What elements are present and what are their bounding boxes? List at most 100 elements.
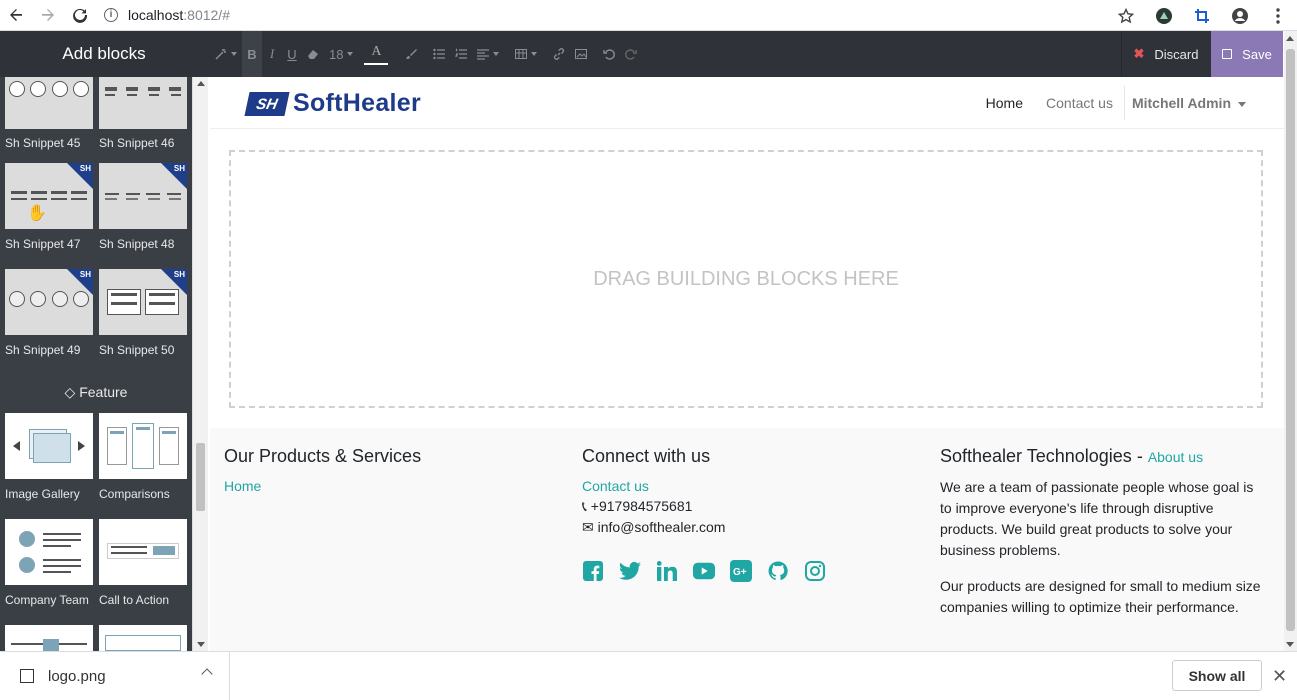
snippet-label: Sh Snippet 45 xyxy=(5,136,81,150)
address-bar[interactable]: i localhost:8012/# xyxy=(104,7,230,23)
reload-icon[interactable] xyxy=(64,0,96,31)
font-size-dropdown[interactable]: 18 xyxy=(324,31,358,77)
url-host: localhost xyxy=(128,7,184,23)
eraser-icon[interactable] xyxy=(302,31,324,77)
svg-text:G+: G+ xyxy=(733,567,747,578)
bullet-list-icon[interactable] xyxy=(428,31,450,77)
url-path: :8012/# xyxy=(183,7,230,23)
menu-kebab-icon[interactable] xyxy=(1259,7,1297,24)
footer-products: Our Products & Services Home xyxy=(224,446,421,494)
snippet-company-team[interactable]: Company Team xyxy=(5,519,93,607)
style-dropdown[interactable] xyxy=(210,31,242,77)
snippet-partial[interactable] xyxy=(99,625,187,651)
chevron-down-icon xyxy=(1238,101,1246,107)
browser-actions xyxy=(1107,0,1297,31)
redo-icon[interactable] xyxy=(620,31,642,77)
extension-icon[interactable] xyxy=(1145,7,1183,25)
snippet-sh-50[interactable]: SH Sh Snippet 50 xyxy=(99,269,187,357)
sh-badge-text: SH xyxy=(173,270,185,279)
sidebar-scrollbar[interactable] xyxy=(192,77,208,651)
formatting-tools: B I U 18 A xyxy=(210,31,642,77)
drop-zone[interactable]: DRAG BUILDING BLOCKS HERE xyxy=(229,150,1263,408)
twitter-icon[interactable] xyxy=(619,560,641,582)
align-dropdown[interactable] xyxy=(472,31,504,77)
discard-label: Discard xyxy=(1154,46,1199,62)
email-line: ✉ info@softhealer.com xyxy=(582,519,841,536)
text-color-button[interactable]: A xyxy=(358,31,394,77)
snippet-sh-49[interactable]: SH Sh Snippet 49 xyxy=(5,269,93,357)
nav-home[interactable]: Home xyxy=(986,95,1023,111)
sh-badge-text: SH xyxy=(79,270,91,279)
about-us-link[interactable]: About us xyxy=(1148,449,1203,465)
user-menu[interactable]: Mitchell Admin xyxy=(1132,95,1246,111)
snippet-label: Call to Action xyxy=(99,593,170,607)
site-header: SH SoftHealer Home Contact us Mitchell A… xyxy=(210,77,1284,129)
table-icon xyxy=(515,49,528,59)
instagram-icon[interactable] xyxy=(804,560,826,582)
show-all-button[interactable]: Show all xyxy=(1172,660,1262,691)
sidebar-title: Add blocks xyxy=(62,44,146,63)
info-icon[interactable]: i xyxy=(104,8,118,22)
table-dropdown[interactable] xyxy=(510,31,542,77)
snippet-label: Image Gallery xyxy=(5,487,80,501)
linkedin-icon[interactable] xyxy=(656,560,678,582)
footer-connect: Connect with us Contact us 📞︎ +917984575… xyxy=(582,446,841,582)
snippet-sh-46[interactable]: Sh Snippet 46 xyxy=(99,77,187,150)
logo-mark: SH xyxy=(244,91,290,116)
editor-toolbar: Add blocks B I U 18 A ✖ Discard Save xyxy=(0,31,1297,77)
snippet-sh-45[interactable]: Sh Snippet 45 xyxy=(5,77,93,150)
italic-button[interactable]: I xyxy=(262,31,282,77)
youtube-icon[interactable] xyxy=(693,560,715,582)
company-description: We are a team of passionate people whose… xyxy=(940,479,1254,558)
connect-title: Connect with us xyxy=(582,446,711,466)
link-icon[interactable] xyxy=(548,31,570,77)
nav-contact[interactable]: Contact us xyxy=(1046,95,1113,111)
crop-extension-icon[interactable] xyxy=(1183,8,1221,24)
google-plus-icon[interactable]: G+ xyxy=(730,560,752,582)
snippet-comparisons[interactable]: Comparisons xyxy=(99,413,187,501)
browser-toolbar: i localhost:8012/# xyxy=(0,0,1297,31)
footer-home-link[interactable]: Home xyxy=(224,478,421,494)
chevron-up-icon[interactable] xyxy=(201,668,213,680)
site-logo[interactable]: SH SoftHealer xyxy=(244,89,421,118)
facebook-icon[interactable] xyxy=(582,560,604,582)
back-icon[interactable] xyxy=(0,0,32,31)
social-links: G+ xyxy=(582,560,841,582)
forward-icon[interactable] xyxy=(32,0,64,31)
discard-button[interactable]: ✖ Discard xyxy=(1121,31,1210,77)
footer-contact-link[interactable]: Contact us xyxy=(582,478,841,494)
bold-button[interactable]: B xyxy=(242,31,262,77)
company-target: Our products are designed for small to m… xyxy=(940,578,1261,615)
close-icon: ✖ xyxy=(1133,46,1145,61)
snippet-label: Sh Snippet 48 xyxy=(99,237,175,251)
text-color-icon: A xyxy=(371,43,382,59)
paint-brush-icon[interactable] xyxy=(394,31,428,77)
snippet-image-gallery[interactable]: Image Gallery xyxy=(5,413,93,501)
bookmark-star-icon[interactable] xyxy=(1107,7,1145,24)
site-footer: Our Products & Services Home Connect wit… xyxy=(210,428,1284,651)
floppy-disk-icon xyxy=(1222,49,1233,59)
snippet-call-to-action[interactable]: Call to Action xyxy=(99,519,187,607)
numbered-list-icon[interactable] xyxy=(450,31,472,77)
align-left-icon xyxy=(477,49,490,60)
snippet-label: Sh Snippet 49 xyxy=(5,343,81,357)
profile-icon[interactable] xyxy=(1221,7,1259,25)
save-button[interactable]: Save xyxy=(1211,31,1283,77)
snippet-sh-47[interactable]: SH ✋ Sh Snippet 47 xyxy=(5,163,93,251)
snippet-partial[interactable] xyxy=(5,625,93,651)
download-item[interactable]: logo.png xyxy=(0,652,230,700)
envelope-icon: ✉ xyxy=(582,519,594,535)
download-file-name: logo.png xyxy=(48,667,106,685)
undo-icon[interactable] xyxy=(598,31,620,77)
snippet-sh-48[interactable]: SH Sh Snippet 48 xyxy=(99,163,187,251)
github-icon[interactable] xyxy=(767,560,789,582)
image-icon[interactable] xyxy=(570,31,592,77)
magic-wand-icon xyxy=(215,48,226,60)
close-icon[interactable]: ✕ xyxy=(1272,666,1287,687)
underline-button[interactable]: U xyxy=(282,31,302,77)
snippet-label: Company Team xyxy=(5,593,89,607)
diamond-icon: ◇ xyxy=(64,384,76,400)
page-scrollbar[interactable] xyxy=(1284,31,1297,651)
snippet-label: Comparisons xyxy=(99,487,170,501)
hand-cursor-icon: ✋ xyxy=(27,205,47,222)
